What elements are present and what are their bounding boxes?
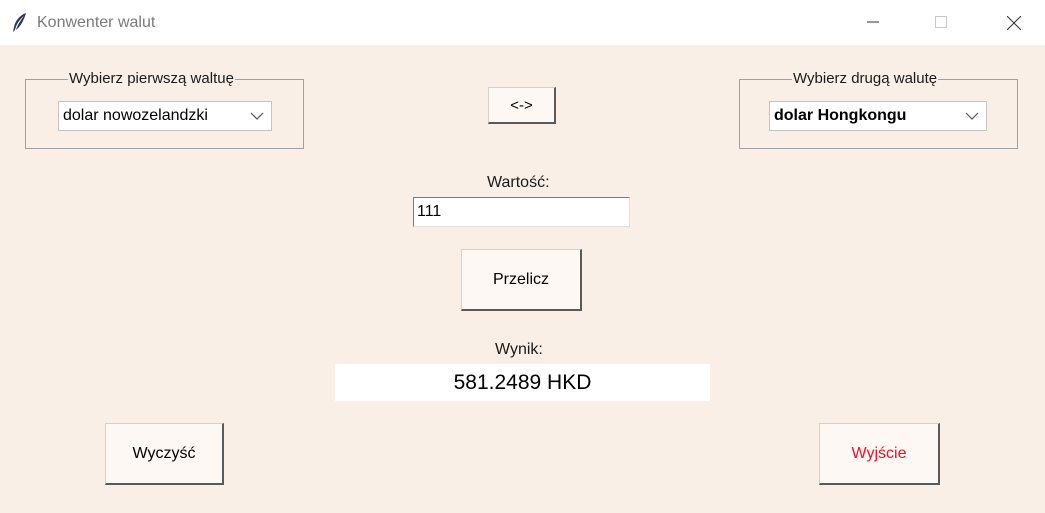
maximize-button[interactable]: [918, 0, 964, 45]
exit-button[interactable]: Wyjście: [819, 423, 940, 485]
first-currency-select[interactable]: dolar nowozelandzki: [58, 101, 272, 131]
close-icon: [1007, 16, 1021, 30]
minimize-icon: [867, 21, 879, 23]
first-currency-value: dolar nowozelandzki: [63, 107, 208, 124]
value-input[interactable]: [413, 197, 630, 227]
second-currency-group: Wybierz drugą walutę dolar Hongkongu: [739, 70, 1018, 149]
second-currency-legend: Wybierz drugą walutę: [792, 70, 939, 87]
result-display: 581.2489 HKD: [335, 364, 710, 401]
first-currency-group: Wybierz pierwszą waltuę dolar nowozeland…: [25, 70, 304, 149]
second-currency-select[interactable]: dolar Hongkongu: [769, 101, 987, 131]
second-currency-value: dolar Hongkongu: [774, 107, 907, 124]
result-label: Wynik:: [495, 341, 543, 358]
maximize-icon: [935, 16, 947, 28]
title-bar: Konwenter walut: [0, 0, 1045, 45]
clear-button[interactable]: Wyczyść: [105, 423, 224, 485]
swap-currencies-button[interactable]: <->: [488, 87, 556, 124]
minimize-button[interactable]: [850, 0, 896, 45]
value-label: Wartość:: [487, 174, 550, 191]
first-currency-legend: Wybierz pierwszą waltuę: [68, 70, 235, 87]
feather-icon: [10, 12, 28, 34]
convert-button[interactable]: Przelicz: [461, 249, 582, 311]
close-button[interactable]: [990, 0, 1036, 45]
window-title: Konwenter walut: [37, 14, 156, 31]
chevron-down-icon[interactable]: [243, 102, 271, 130]
chevron-down-icon[interactable]: [958, 102, 986, 130]
